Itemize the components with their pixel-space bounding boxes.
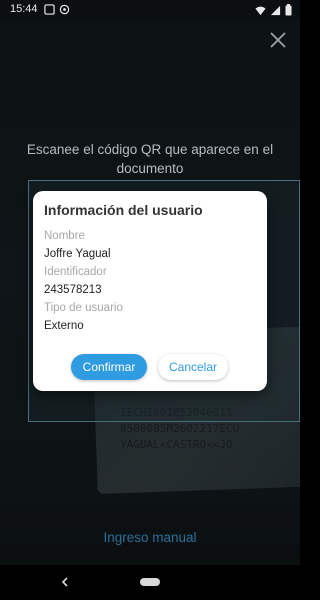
confirm-button[interactable]: Confirmar <box>71 354 147 380</box>
dialog-title: Información del usuario <box>44 202 203 218</box>
battery-icon <box>285 4 292 16</box>
system-icons <box>255 4 292 16</box>
status-time: 15:44 <box>10 3 38 15</box>
manual-entry-link[interactable]: Ingreso manual <box>0 530 300 545</box>
field-label-user-type: Tipo de usuario <box>44 302 123 314</box>
wifi-icon <box>255 6 266 15</box>
field-value-name: Joffre Yagual <box>44 248 111 260</box>
field-label-name: Nombre <box>44 230 85 242</box>
scan-instruction: Escanee el código QR que aparece en el d… <box>26 142 274 176</box>
field-value-user-type: Externo <box>44 320 84 332</box>
back-icon[interactable] <box>58 575 72 589</box>
notification-box-icon <box>44 4 55 15</box>
home-pill[interactable] <box>140 578 160 586</box>
user-info-dialog: Información del usuario Nombre Joffre Ya… <box>33 191 267 391</box>
sync-icon <box>59 4 70 15</box>
status-bar: 15:44 <box>0 0 300 20</box>
field-value-identifier: 243578213 <box>44 284 102 296</box>
scanner-screen: 15:44 IECHI601853946811 8508085M2602217E… <box>0 0 300 600</box>
signal-icon <box>270 5 281 15</box>
field-label-identifier: Identificador <box>44 266 107 278</box>
close-icon[interactable] <box>268 30 288 50</box>
cancel-button[interactable]: Cancelar <box>158 354 228 380</box>
notification-icons <box>44 4 70 15</box>
